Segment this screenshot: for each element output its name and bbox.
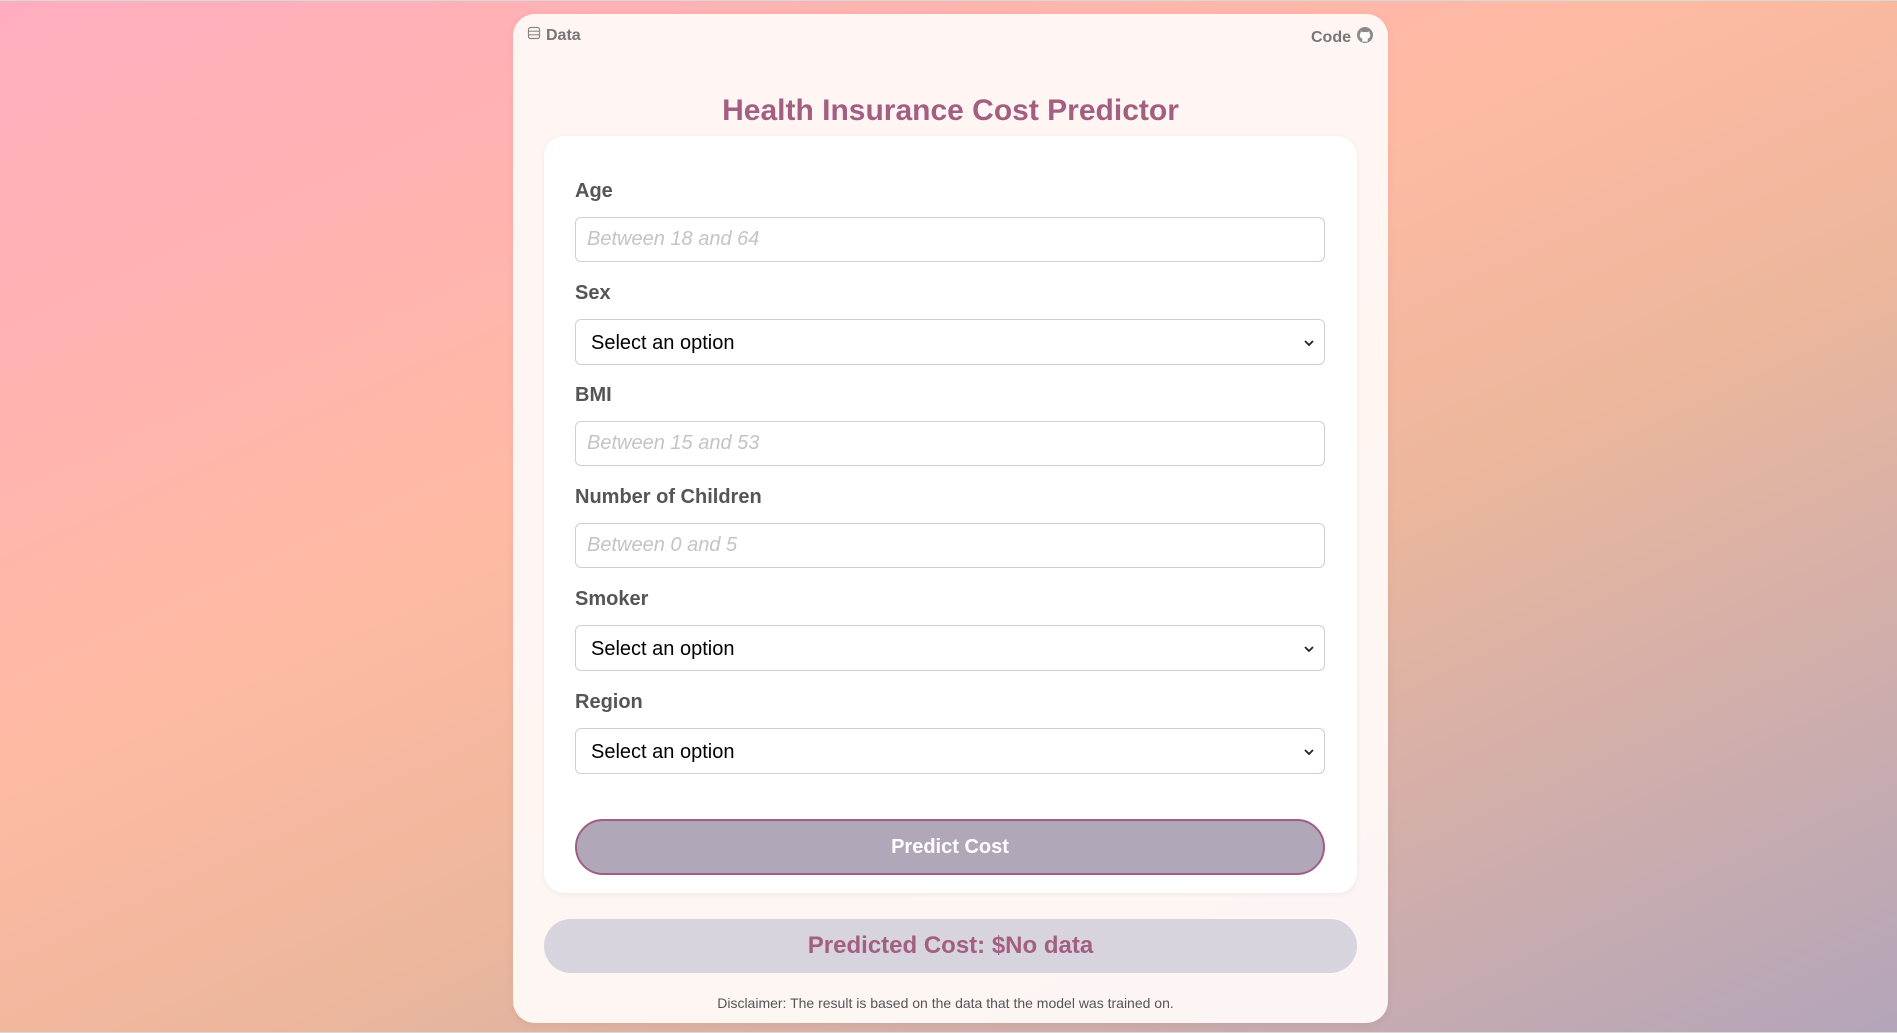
age-label: Age	[575, 180, 613, 202]
app-container: Data Code Health Insurance Cost Predicto…	[513, 14, 1388, 1023]
database-icon	[527, 26, 541, 45]
bmi-input[interactable]	[575, 421, 1325, 466]
smoker-label: Smoker	[575, 588, 649, 610]
predicted-cost-result: Predicted Cost: $No data	[544, 919, 1357, 973]
disclaimer-text: Disclaimer: The result is based on the d…	[717, 995, 1174, 1011]
predicted-cost-text: Predicted Cost: $No data	[807, 932, 1094, 959]
sex-select-value: Select an option	[591, 332, 735, 354]
sex-label: Sex	[575, 282, 611, 304]
page-title: Health Insurance Cost Predictor	[722, 94, 1179, 127]
chevron-down-icon	[1304, 749, 1314, 756]
region-label: Region	[575, 691, 643, 713]
region-select[interactable]: Select an option	[575, 728, 1325, 774]
chevron-down-icon	[1304, 646, 1314, 653]
bmi-label: BMI	[575, 384, 612, 406]
github-icon	[1356, 26, 1374, 49]
top-border	[0, 0, 1897, 1]
children-input[interactable]	[575, 523, 1325, 568]
code-link[interactable]: Code	[1311, 26, 1374, 49]
prediction-form: Age Sex Select an option BMI Number of C…	[544, 136, 1357, 893]
predict-cost-button[interactable]: Predict Cost	[575, 819, 1325, 875]
code-link-label: Code	[1311, 28, 1351, 46]
data-link-label: Data	[546, 26, 581, 44]
smoker-select[interactable]: Select an option	[575, 625, 1325, 671]
region-select-value: Select an option	[591, 741, 735, 763]
sex-select[interactable]: Select an option	[575, 319, 1325, 365]
chevron-down-icon	[1304, 340, 1314, 347]
children-label: Number of Children	[575, 486, 762, 508]
smoker-select-value: Select an option	[591, 638, 735, 660]
data-link[interactable]: Data	[527, 26, 581, 45]
age-input[interactable]	[575, 217, 1325, 262]
